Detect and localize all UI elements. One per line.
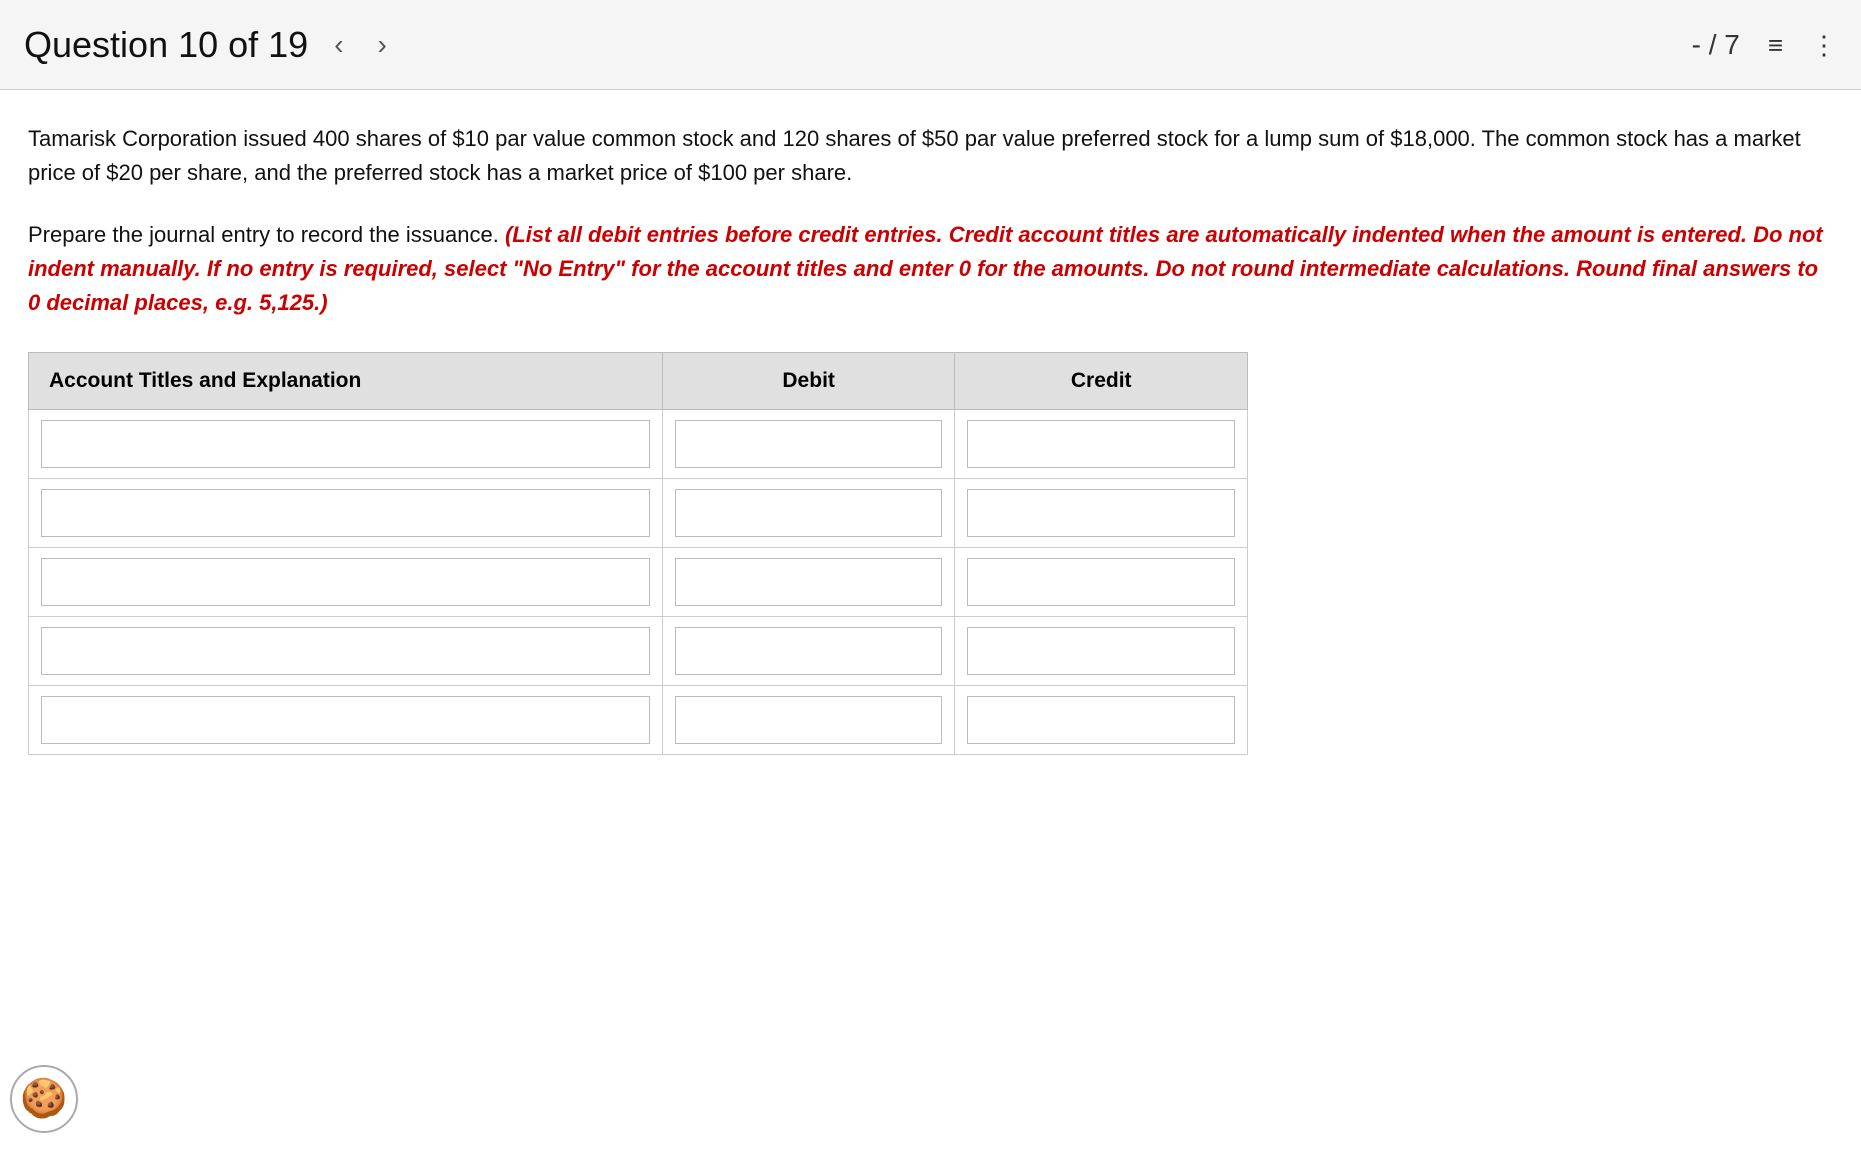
input-credit-1[interactable]	[967, 489, 1235, 537]
input-account-4[interactable]	[41, 696, 650, 744]
cell-account-3	[29, 617, 663, 686]
more-button[interactable]: ⋮	[1811, 32, 1837, 58]
menu-button[interactable]: ≡	[1768, 32, 1783, 58]
table-row	[29, 686, 1248, 755]
input-credit-4[interactable]	[967, 696, 1235, 744]
cookie-emoji: 🍪	[20, 1077, 67, 1121]
input-account-2[interactable]	[41, 558, 650, 606]
instruction-prefix: Prepare the journal entry to record the …	[28, 222, 505, 247]
header-left: Question 10 of 19 ‹ ›	[24, 24, 395, 66]
cell-debit-2	[662, 548, 955, 617]
cell-account-1	[29, 479, 663, 548]
table-row	[29, 479, 1248, 548]
col-header-account: Account Titles and Explanation	[29, 353, 663, 410]
input-account-1[interactable]	[41, 489, 650, 537]
input-debit-3[interactable]	[675, 627, 943, 675]
table-header-row: Account Titles and Explanation Debit Cre…	[29, 353, 1248, 410]
cell-credit-0	[955, 410, 1248, 479]
col-header-credit: Credit	[955, 353, 1248, 410]
input-credit-0[interactable]	[967, 420, 1235, 468]
cell-debit-4	[662, 686, 955, 755]
cell-account-4	[29, 686, 663, 755]
input-debit-4[interactable]	[675, 696, 943, 744]
cell-account-2	[29, 548, 663, 617]
cell-credit-3	[955, 617, 1248, 686]
cell-credit-1	[955, 479, 1248, 548]
question-paragraph: Tamarisk Corporation issued 400 shares o…	[28, 122, 1828, 190]
input-account-3[interactable]	[41, 627, 650, 675]
next-button[interactable]: ›	[370, 25, 395, 65]
question-title: Question 10 of 19	[24, 24, 308, 66]
input-account-0[interactable]	[41, 420, 650, 468]
input-credit-2[interactable]	[967, 558, 1235, 606]
input-debit-0[interactable]	[675, 420, 943, 468]
col-header-debit: Debit	[662, 353, 955, 410]
table-row	[29, 410, 1248, 479]
input-credit-3[interactable]	[967, 627, 1235, 675]
header-right: - / 7 ≡ ⋮	[1692, 29, 1837, 61]
table-row	[29, 548, 1248, 617]
cookie-icon[interactable]: 🍪	[10, 1065, 78, 1133]
cell-debit-1	[662, 479, 955, 548]
input-debit-1[interactable]	[675, 489, 943, 537]
cell-debit-0	[662, 410, 955, 479]
score-display: - / 7	[1692, 29, 1740, 61]
instruction-text: Prepare the journal entry to record the …	[28, 218, 1828, 320]
table-row	[29, 617, 1248, 686]
cell-account-0	[29, 410, 663, 479]
page-header: Question 10 of 19 ‹ › - / 7 ≡ ⋮	[0, 0, 1861, 90]
page-content: Tamarisk Corporation issued 400 shares o…	[0, 90, 1861, 795]
cell-credit-2	[955, 548, 1248, 617]
cell-credit-4	[955, 686, 1248, 755]
prev-button[interactable]: ‹	[326, 25, 351, 65]
cell-debit-3	[662, 617, 955, 686]
input-debit-2[interactable]	[675, 558, 943, 606]
journal-table: Account Titles and Explanation Debit Cre…	[28, 352, 1248, 755]
